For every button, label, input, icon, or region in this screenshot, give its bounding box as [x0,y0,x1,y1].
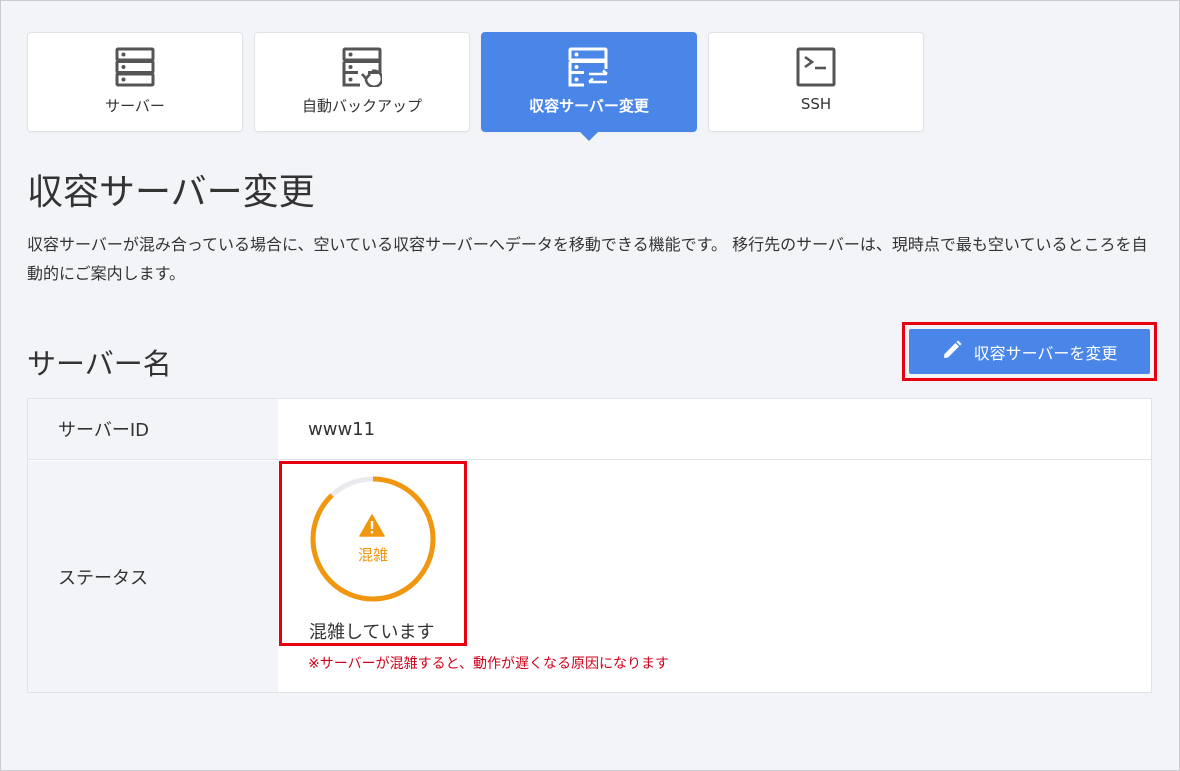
server-id-label: サーバーID [28,399,278,459]
server-info-table: サーバーID www11 ステータス 混雑 混雑しています ※サーバーが混雑する… [27,398,1152,693]
tab-label: 自動バックアップ [301,97,422,115]
server-transfer-icon [568,46,610,88]
table-row-server-id: サーバーID www11 [28,399,1151,460]
warning-icon [359,514,385,541]
status-note: ※サーバーが混雑すると、動作が遅くなる原因になります [308,656,670,672]
status-badge: 混雑 [357,546,388,564]
tab-server[interactable]: サーバー [27,32,243,132]
status-text: 混雑しています [309,622,435,643]
table-row-status: ステータス 混雑 混雑しています ※サーバーが混雑すると、動作が遅くなる原因にな… [28,461,1151,692]
change-server-button[interactable]: 収容サーバーを変更 [909,329,1150,374]
tab-label: SSH [800,95,832,113]
server-icon [114,46,156,88]
change-server-button-label: 収容サーバーを変更 [973,343,1118,363]
status-highlight: 混雑 混雑しています [279,461,467,646]
status-label: ステータス [28,461,278,692]
tab-bar: サーバー 自動バックアップ 収容サーバー変更 SSH [27,32,924,132]
tab-server-transfer[interactable]: 収容サーバー変更 [481,32,697,132]
tab-ssh[interactable]: SSH [708,32,924,132]
pencil-icon [942,340,962,364]
change-button-highlight: 収容サーバーを変更 [902,322,1157,381]
server-id-value: www11 [278,399,1151,459]
app-window: サーバー 自動バックアップ 収容サーバー変更 SSH 収容サーバー変更 収容サー… [0,0,1180,771]
tab-auto-backup[interactable]: 自動バックアップ [254,32,470,132]
tab-label: サーバー [105,97,165,115]
server-backup-icon [341,46,383,88]
terminal-icon [795,46,837,88]
page-title: 収容サーバー変更 [27,172,315,213]
status-cell: 混雑 混雑しています ※サーバーが混雑すると、動作が遅くなる原因になります [278,461,1151,692]
page-description: 収容サーバーが混み合っている場合に、空いている収容サーバーへデータを移動できる機… [27,235,1148,283]
section-title: サーバー名 [27,347,172,381]
tab-label: 収容サーバー変更 [529,97,649,115]
